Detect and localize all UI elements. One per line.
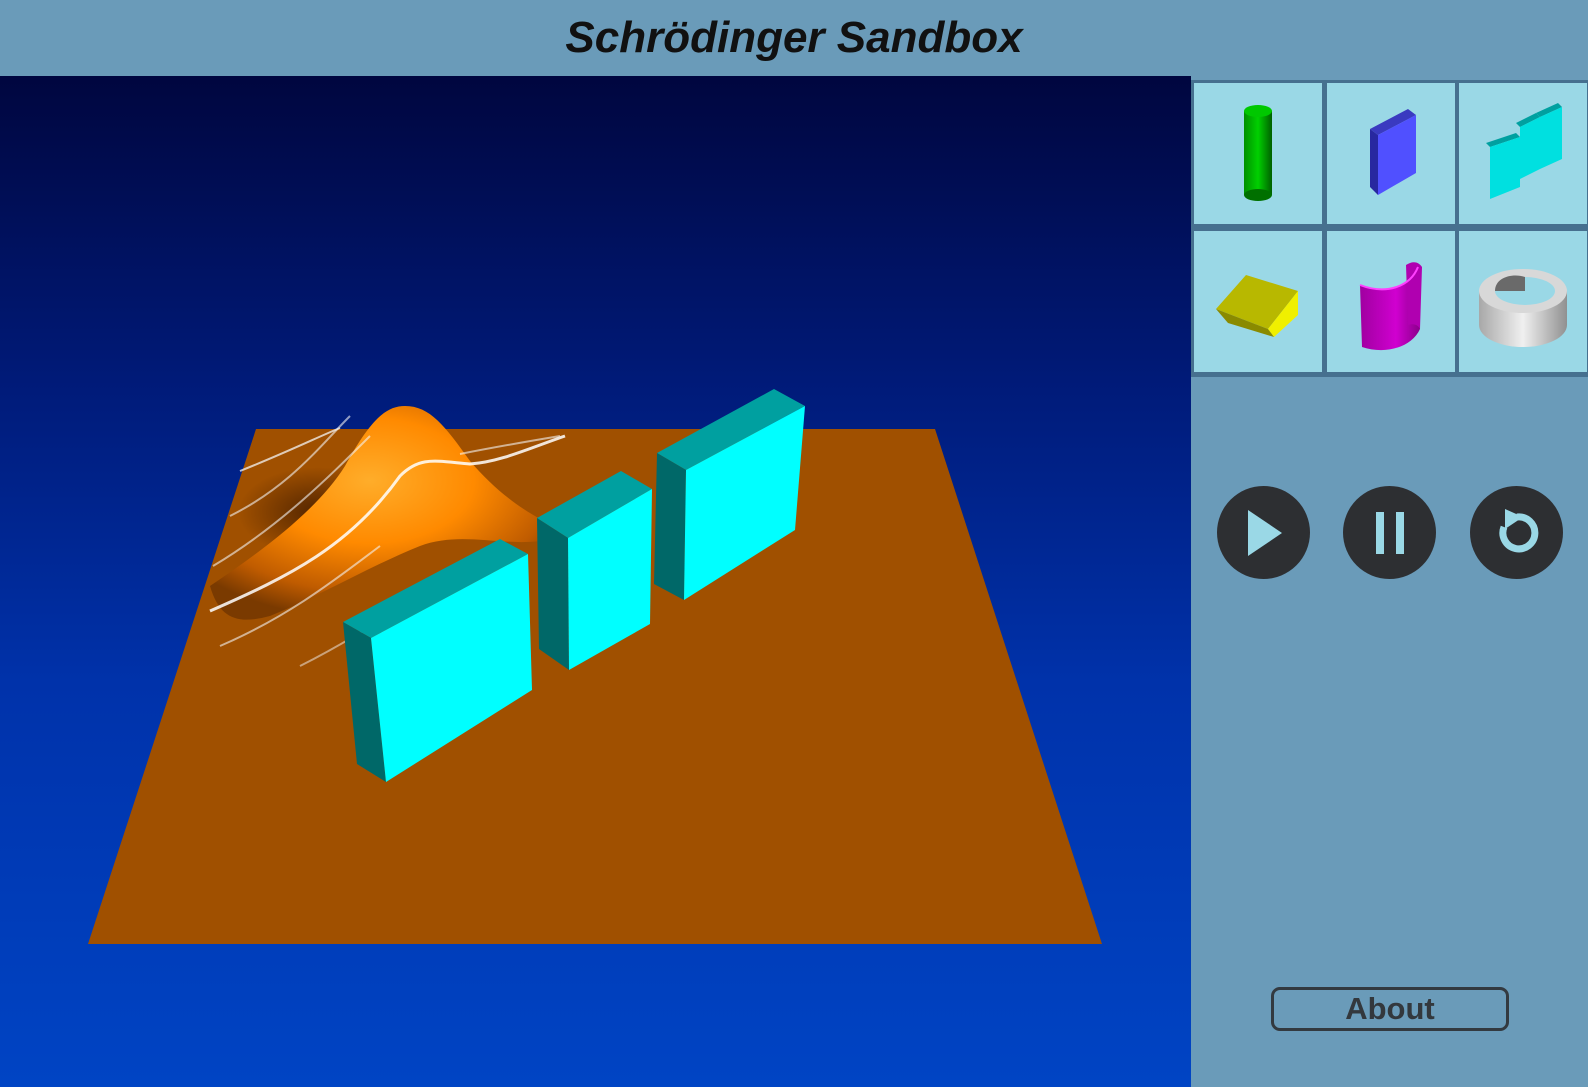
palette-item-ring[interactable]: [1459, 231, 1587, 372]
app-title: Schrödinger Sandbox: [565, 13, 1023, 62]
reset-icon: [1498, 508, 1538, 552]
half-pipe-icon: [1359, 261, 1422, 350]
about-button[interactable]: About: [1271, 987, 1509, 1031]
title-bar: Schrödinger Sandbox: [0, 0, 1588, 76]
palette-item-wedge[interactable]: [1194, 231, 1322, 372]
play-button[interactable]: [1217, 486, 1310, 579]
palette-item-box[interactable]: [1327, 83, 1455, 224]
scene-canvas[interactable]: [0, 76, 1191, 1087]
playback-controls: [1191, 486, 1588, 582]
shape-palette: [1191, 80, 1588, 377]
pause-icon: [1375, 511, 1404, 554]
simulation-viewport[interactable]: [0, 76, 1191, 1087]
reset-button[interactable]: [1470, 486, 1563, 579]
pause-button[interactable]: [1343, 486, 1436, 579]
box-icon: [1370, 108, 1416, 195]
cylinder-icon: [1244, 104, 1272, 201]
side-panel: About: [1191, 76, 1588, 1087]
triple-slit-icon: [1486, 102, 1562, 199]
palette-item-cylinder[interactable]: [1194, 83, 1322, 224]
wedge-icon: [1216, 274, 1298, 337]
play-icon: [1247, 509, 1282, 556]
palette-item-half-pipe[interactable]: [1327, 231, 1455, 372]
ring-icon: [1479, 268, 1567, 347]
palette-item-triple-slit[interactable]: [1459, 83, 1587, 224]
